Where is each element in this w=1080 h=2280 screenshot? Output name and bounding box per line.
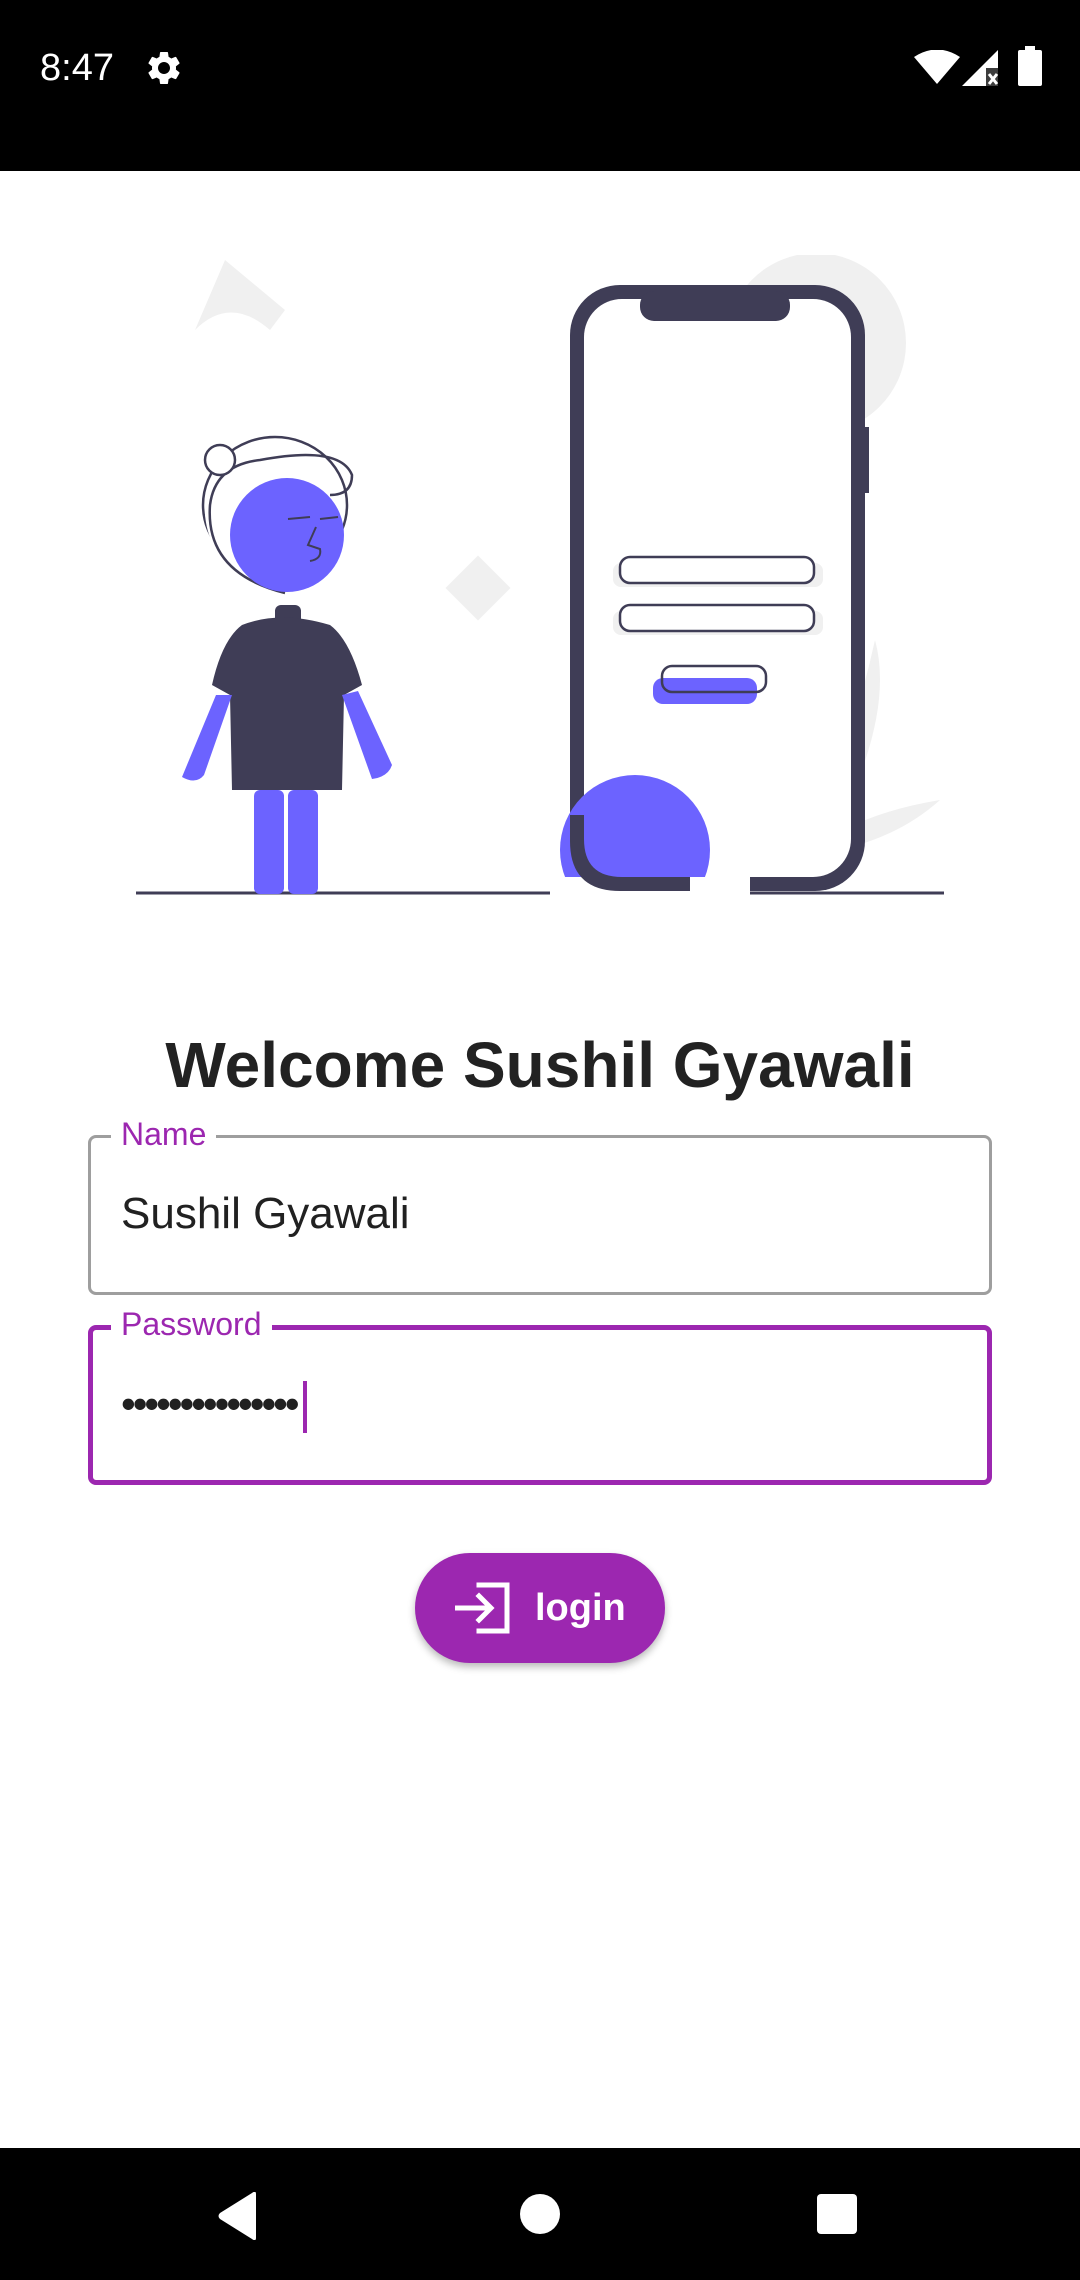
person-shirt bbox=[212, 617, 362, 790]
person-bun bbox=[203, 443, 237, 477]
settings-icon bbox=[148, 51, 180, 84]
phone-side-button bbox=[863, 427, 869, 493]
name-field[interactable]: Name Sushil Gyawali bbox=[88, 1114, 992, 1295]
password-field-value[interactable]: ••••••••••••••• bbox=[121, 1374, 307, 1434]
name-field-value[interactable]: Sushil Gyawali bbox=[121, 1184, 410, 1244]
decor-diamond bbox=[445, 555, 511, 621]
battery-icon bbox=[1018, 46, 1042, 86]
back-icon[interactable] bbox=[216, 2192, 260, 2240]
status-bar: 8:47 bbox=[0, 0, 1080, 171]
welcome-title: Welcome Sushil Gyawali bbox=[165, 1029, 915, 1101]
navigation-bar bbox=[0, 2148, 1080, 2280]
recents-icon[interactable] bbox=[817, 2194, 857, 2234]
text-cursor bbox=[302, 1380, 307, 1433]
decor-shape bbox=[195, 260, 285, 330]
person-arm-right bbox=[342, 691, 392, 779]
password-field[interactable]: Password ••••••••••••••• bbox=[88, 1304, 992, 1485]
name-field-label: Name bbox=[111, 1114, 217, 1154]
login-screen: 8:47 Welcome Sushil Gyawali Name Sushil … bbox=[0, 0, 1080, 2280]
person-leg-right bbox=[288, 790, 318, 894]
phone-input-2 bbox=[618, 603, 816, 633]
person-leg-left bbox=[254, 790, 284, 894]
wifi-icon bbox=[914, 50, 960, 84]
login-button-label: login bbox=[535, 1587, 626, 1629]
home-icon[interactable] bbox=[520, 2194, 560, 2234]
login-illustration bbox=[136, 255, 944, 905]
login-arrow-icon bbox=[455, 1582, 510, 1634]
login-button[interactable]: login bbox=[415, 1553, 665, 1663]
phone-notch bbox=[640, 291, 790, 321]
person-face bbox=[230, 478, 344, 592]
phone-input-1 bbox=[618, 555, 816, 585]
password-field-label: Password bbox=[111, 1304, 272, 1344]
password-mask: ••••••••••••••• bbox=[121, 1380, 300, 1427]
cellular-signal-icon bbox=[962, 50, 999, 86]
person-arm-left bbox=[182, 695, 232, 781]
status-time: 8:47 bbox=[40, 47, 114, 89]
